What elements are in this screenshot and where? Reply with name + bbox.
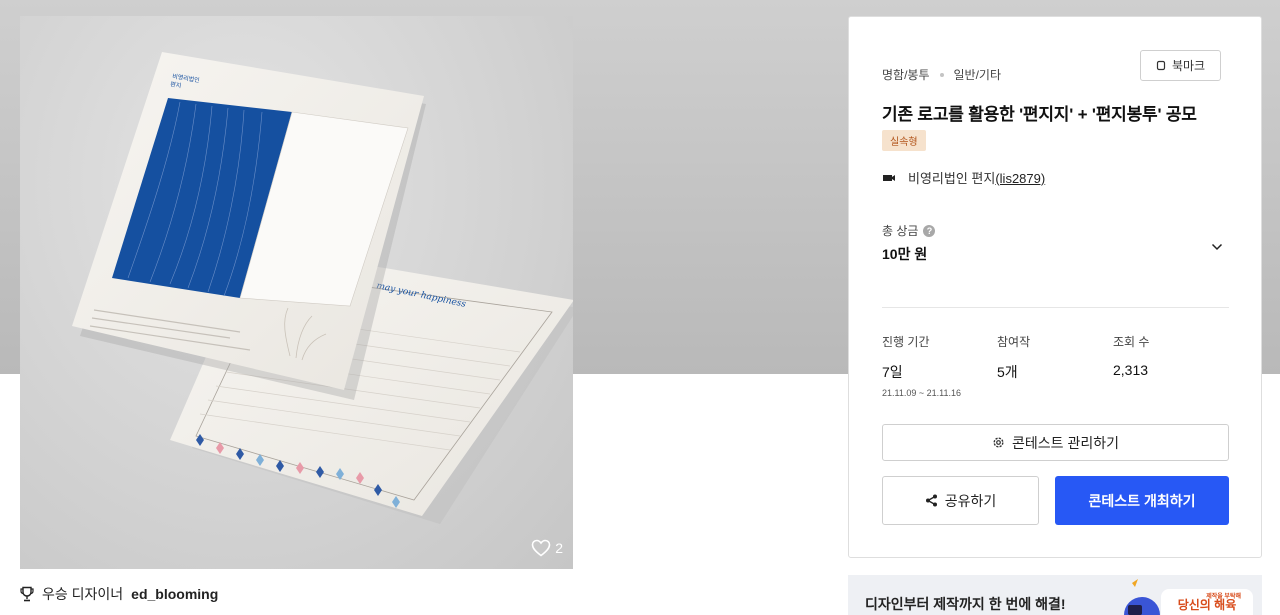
stat-views-label: 조회 수 — [1113, 335, 1150, 349]
chevron-down-icon[interactable] — [1211, 243, 1223, 251]
bookmark-label: 북마크 — [1171, 59, 1206, 73]
promo-logo-small: 제작을 부탁해 — [1206, 594, 1241, 600]
stat-entries: 참여작 5개 — [997, 333, 1030, 382]
prize-value: 10만 원 — [882, 246, 928, 262]
help-icon[interactable]: ? — [923, 224, 936, 237]
bookmark-icon — [1156, 60, 1166, 71]
like-button[interactable]: 2 — [531, 539, 563, 557]
winner-prefix: 우승 디자이너 — [42, 586, 124, 602]
stat-entries-value: 5개 — [997, 364, 1018, 380]
manage-contest-button[interactable]: 콘테스트 관리하기 — [882, 424, 1229, 461]
breadcrumb-separator — [939, 72, 944, 77]
share-label: 공유하기 — [944, 492, 997, 509]
host-contest-button[interactable]: 콘테스트 개최하기 — [1055, 476, 1229, 525]
heart-icon — [531, 539, 551, 557]
category-link[interactable]: 명함/봉투 — [882, 66, 930, 83]
promo-logo: 제작을 부탁해 당신의 해육 — [1161, 589, 1253, 615]
stat-period-dates: 21.11.09 ~ 21.11.16 — [882, 388, 961, 398]
share-icon — [925, 494, 937, 507]
host-logo-icon — [883, 174, 895, 181]
stat-views-value: 2,313 — [1113, 362, 1149, 378]
share-button[interactable]: 공유하기 — [882, 476, 1039, 525]
stat-views: 조회 수 2,313 — [1113, 333, 1149, 378]
manage-contest-label: 콘테스트 관리하기 — [1012, 434, 1119, 451]
promo-illustration — [1124, 579, 1160, 615]
breadcrumb: 명함/봉투 일반/기타 — [882, 66, 1001, 83]
prize-label: 총 상금 ? — [882, 222, 936, 239]
contest-image[interactable]: may your happiness 비영리법인 편지 2 — [20, 16, 573, 569]
host-contest-label: 콘테스트 개최하기 — [1088, 492, 1196, 509]
divider — [882, 307, 1229, 308]
promo-text: 디자인부터 제작까지 한 번에 해결! — [865, 596, 1066, 612]
host-handle[interactable]: (lis2879) — [995, 171, 1045, 186]
bookmark-button[interactable]: 북마크 — [1140, 50, 1221, 81]
stat-period-label: 진행 기간 — [882, 335, 930, 349]
winner-info: 우승 디자이너 ed_blooming — [20, 584, 218, 604]
contest-info-panel: 명함/봉투 일반/기타 북마크 기존 로고를 활용한 '편지지' + '편지봉투… — [848, 16, 1262, 558]
trophy-icon — [20, 586, 34, 602]
winner-name[interactable]: ed_blooming — [131, 586, 218, 602]
letter-mockup-illustration: may your happiness 비영리법인 편지 — [72, 52, 573, 524]
stat-entries-label: 참여작 — [997, 335, 1031, 349]
gear-icon — [993, 437, 1004, 448]
prize-label-text: 총 상금 — [882, 224, 919, 238]
stat-period-value: 7일 — [882, 364, 903, 380]
subcategory-link[interactable]: 일반/기타 — [954, 66, 1002, 83]
promo-banner[interactable]: 디자인부터 제작까지 한 번에 해결! 제작을 부탁해 당신의 해육 — [848, 575, 1262, 615]
contest-type-badge: 실속형 — [882, 130, 926, 151]
host-name: 비영리법인 편지 — [908, 171, 996, 186]
stat-period: 진행 기간 7일 21.11.09 ~ 21.11.16 — [882, 333, 961, 398]
contest-title: 기존 로고를 활용한 '편지지' + '편지봉투' 공모 — [882, 105, 1197, 124]
host-organization[interactable]: 비영리법인 편지(lis2879) — [882, 168, 1045, 187]
like-count: 2 — [555, 540, 563, 556]
